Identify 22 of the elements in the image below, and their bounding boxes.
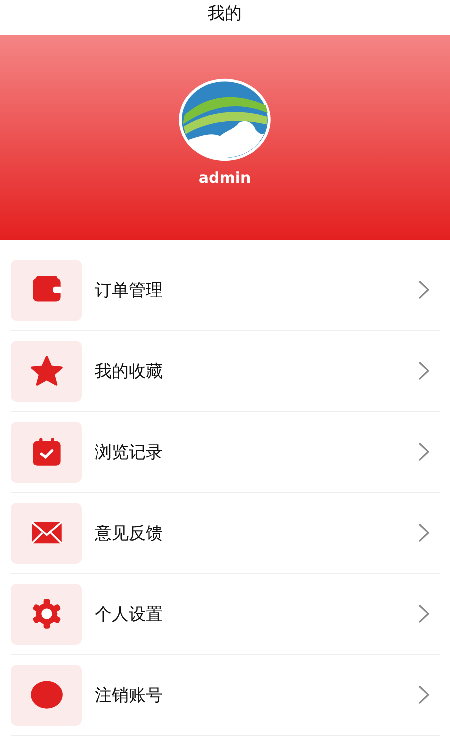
circle-icon	[30, 678, 64, 712]
menu-label: 注销账号	[95, 684, 164, 706]
menu-item[interactable]: 订单管理	[11, 250, 440, 331]
chevron-right-icon	[418, 280, 430, 300]
chevron-right-icon	[418, 604, 430, 624]
page-title: 我的	[208, 3, 242, 25]
chevron-right-icon	[418, 685, 430, 705]
menu-item[interactable]: 浏览记录	[11, 412, 440, 493]
username: admin	[198, 169, 252, 187]
menu-label: 浏览记录	[95, 442, 164, 464]
chevron-right-icon	[418, 442, 430, 462]
menu-label: 我的收藏	[95, 360, 164, 382]
menu-item[interactable]: 个人设置	[11, 574, 440, 655]
menu-label: 个人设置	[95, 604, 164, 626]
chevron-right-icon	[418, 523, 430, 543]
menu-item[interactable]: 意见反馈	[11, 493, 440, 574]
menu-label: 订单管理	[95, 280, 164, 302]
menu-item[interactable]: 注销账号	[11, 655, 440, 736]
chevron-right-icon	[418, 361, 430, 381]
star-icon	[30, 354, 64, 388]
menu-item[interactable]: 我的收藏	[11, 331, 440, 412]
menu-label: 意见反馈	[95, 522, 164, 544]
